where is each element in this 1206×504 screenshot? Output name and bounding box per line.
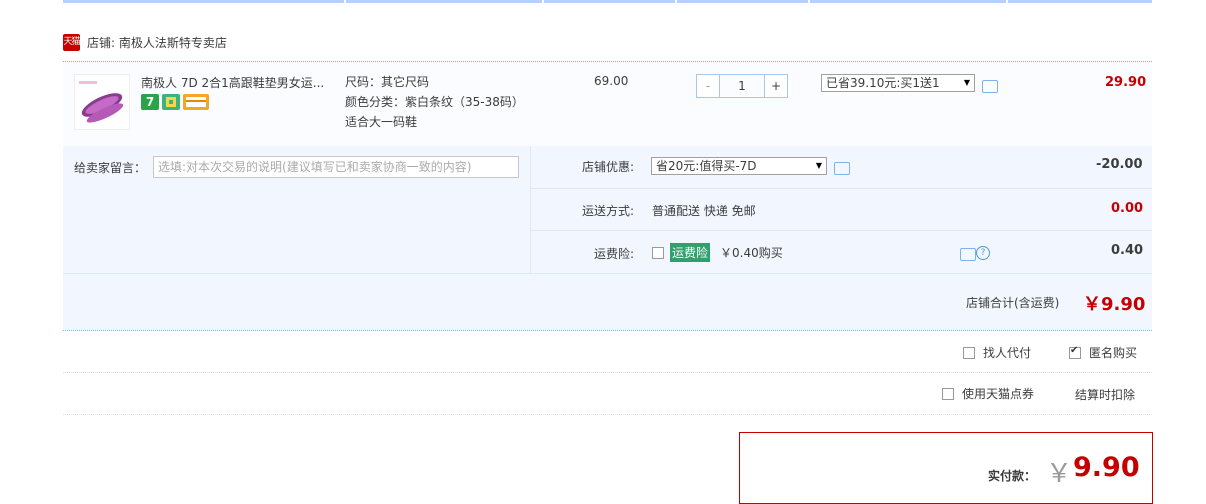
check-icon: ✔ (1070, 344, 1079, 356)
guarantee-icon[interactable] (162, 94, 180, 110)
shipping-method: 普通配送 快递 免邮 (652, 204, 756, 218)
anonymous-checkbox[interactable]: ✔ (1069, 344, 1081, 359)
tmall-icon: 天猫 (63, 33, 81, 51)
insurance-info-icon[interactable] (960, 248, 976, 261)
final-total-value: 9.90 (1073, 452, 1140, 483)
divider (63, 330, 1152, 331)
seven-day-return-icon[interactable]: 7 (141, 94, 159, 110)
insurance-tag: 运费险 (670, 243, 711, 262)
insurance-row: 运费险 ￥0.40购买 (652, 243, 783, 262)
shop-discount-select[interactable]: 省20元:值得买-7D ▼ (651, 157, 827, 175)
shop-total-label: 店铺合计(含运费) (966, 296, 1060, 310)
shop-discount-amount: -20.00 (1096, 157, 1143, 172)
help-icon[interactable]: ? (976, 246, 990, 260)
chevron-down-icon: ▼ (963, 78, 970, 87)
qty-input[interactable]: 1 (720, 74, 764, 98)
anonymous-label: 匿名购买 (1089, 346, 1138, 360)
shop-row: 天猫 店铺: 南极人法斯特专卖店 (63, 33, 227, 51)
currency-symbol: ￥ (1046, 459, 1073, 489)
divider (63, 273, 1152, 274)
proxy-pay-option[interactable]: 找人代付 (963, 344, 1031, 361)
insurance-checkbox[interactable] (652, 246, 664, 259)
divider (530, 230, 1152, 231)
divider (530, 188, 1152, 189)
proxy-pay-label: 找人代付 (983, 346, 1032, 360)
sku-color: 颜色分类：紫白条纹（35-38码） (345, 95, 524, 109)
shop-total-value: ￥9.90 (1083, 294, 1146, 315)
insurance-price: ￥0.40购买 (720, 246, 783, 260)
promo-select-value: 已省39.10元:买1送1 (826, 76, 940, 90)
product-thumbnail[interactable] (74, 74, 130, 130)
qty-plus-button[interactable]: + (764, 74, 788, 98)
points-note: 结算时扣除 (1075, 388, 1136, 402)
divider (63, 372, 1152, 374)
insurance-amount: 0.40 (1111, 243, 1144, 258)
points-option[interactable]: 使用天猫点券 (942, 385, 1034, 402)
points-checkbox[interactable] (942, 387, 954, 400)
quantity-stepper: - 1 + (696, 74, 788, 98)
insurance-label: 运费险: (593, 247, 634, 261)
proxy-pay-checkbox[interactable] (963, 346, 975, 359)
shop-discount-select-value: 省20元:值得买-7D (656, 159, 757, 173)
final-total-label: 实付款： (988, 469, 1037, 483)
shop-discount-label: 店铺优惠: (581, 160, 634, 174)
shop-name[interactable]: 店铺: 南极人法斯特专卖店 (87, 34, 227, 51)
points-label: 使用天猫点券 (962, 387, 1035, 401)
promo-select[interactable]: 已省39.10元:买1送1 ▼ (821, 74, 975, 92)
qty-minus-button[interactable]: - (696, 74, 720, 98)
divider (63, 414, 1152, 416)
message-label: 给卖家留言： (74, 161, 147, 175)
shipping-label: 运送方式: (581, 204, 634, 218)
discount-info-icon[interactable] (834, 162, 850, 175)
credit-card-icon[interactable] (183, 94, 209, 110)
sku-fit: 适合大一码鞋 (345, 115, 418, 129)
seller-message-input[interactable]: 选填:对本次交易的说明(建议填写已和卖家协商一致的内容) (153, 156, 519, 178)
service-badges: 7 (141, 94, 209, 110)
item-subtotal: 29.90 (1105, 75, 1147, 90)
unit-price: 69.00 (594, 74, 629, 88)
promo-info-icon[interactable] (982, 80, 998, 93)
product-title[interactable]: 南极人 7D 2合1高跟鞋垫男女运... (141, 74, 341, 91)
table-header-bar (63, 0, 1152, 3)
anonymous-option[interactable]: ✔ 匿名购买 (1069, 344, 1137, 361)
chevron-down-icon: ▼ (815, 161, 822, 170)
shipping-amount: 0.00 (1111, 201, 1144, 216)
sku-size: 尺码：其它尺码 (345, 75, 430, 89)
